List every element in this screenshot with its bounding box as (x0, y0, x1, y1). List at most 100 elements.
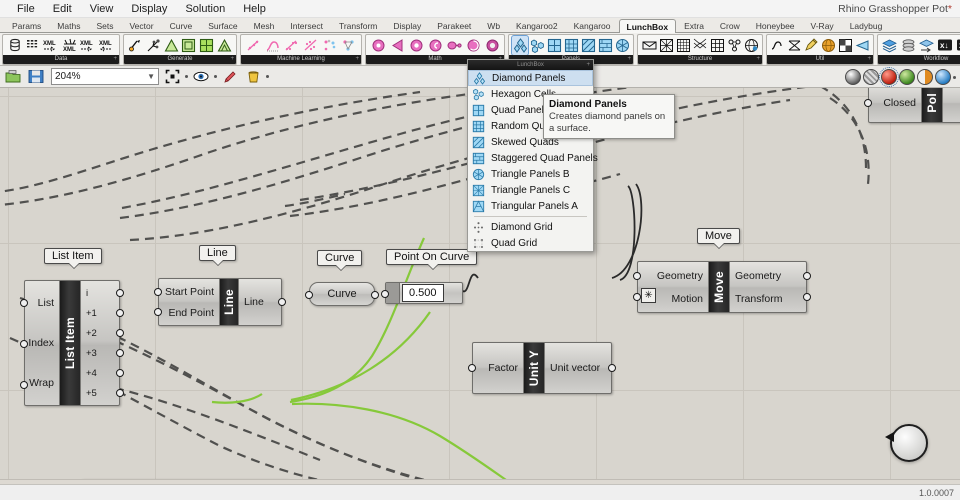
preview-eye-icon[interactable] (191, 68, 211, 86)
menu-item-triangular-panels-a[interactable]: Triangular Panels A (468, 198, 593, 214)
bucket-icon[interactable] (243, 68, 263, 86)
orange-sphere-icon[interactable] (917, 69, 933, 85)
xml-export-icon[interactable]: XML (43, 36, 61, 55)
component-curve-param[interactable]: Curve (305, 282, 379, 306)
input-port-curve[interactable] (305, 291, 313, 299)
output-port-plus3[interactable] (116, 349, 124, 357)
output-port-plus4[interactable] (116, 369, 124, 377)
star-icon[interactable] (407, 36, 425, 55)
input-port-list[interactable] (20, 299, 28, 307)
point-on-curve-value[interactable]: 0.500 (402, 284, 444, 302)
red-sphere-icon[interactable] (879, 67, 899, 87)
output-port-geometry[interactable] (803, 272, 811, 280)
menu-item-triangle-panels-c[interactable]: Triangle Panels C (468, 182, 593, 198)
node-icon[interactable] (726, 36, 742, 55)
component-polyline[interactable]: Closed Pol (864, 88, 960, 123)
fit-view-icon[interactable] (162, 68, 182, 86)
triangle-panels-icon[interactable] (614, 36, 630, 55)
output-port-unit-vector[interactable] (608, 364, 616, 372)
checker-icon[interactable] (837, 36, 853, 55)
tab-wb[interactable]: Wb (479, 18, 508, 32)
component-point-on-curve[interactable]: 0.500 (381, 282, 463, 304)
tab-crow[interactable]: Crow (712, 18, 748, 32)
spiral-icon[interactable] (464, 36, 482, 55)
output-port-curve[interactable] (371, 291, 379, 299)
component-unit-y[interactable]: Factor Unit Y Unit vector (468, 342, 616, 394)
tab-honeybee[interactable]: Honeybee (748, 18, 803, 32)
menu-item-diamond-panels[interactable]: Diamond Panels (468, 70, 593, 86)
menu-item-help[interactable]: Help (234, 0, 275, 18)
output-port-plus2[interactable] (116, 329, 124, 337)
plane-icon[interactable] (854, 36, 870, 55)
input-port-motion[interactable] (633, 293, 641, 301)
menu-item-edit[interactable]: Edit (44, 0, 81, 18)
save-file-icon[interactable] (26, 68, 46, 86)
random-quad-icon[interactable] (563, 36, 579, 55)
output-port-plus5[interactable] (116, 389, 124, 397)
tab-maths[interactable]: Maths (49, 18, 88, 32)
tab-mesh[interactable]: Mesh (246, 18, 283, 32)
tab-lunchbox[interactable]: LunchBox (618, 19, 677, 33)
input-port-wrap[interactable] (20, 381, 28, 389)
tab-kangaroo[interactable]: Kangaroo (566, 18, 619, 32)
zoom-level-select[interactable]: 204% ▼ (51, 68, 159, 85)
output-port-line[interactable] (278, 298, 286, 306)
xform-icon[interactable] (787, 36, 803, 55)
menu-item-view[interactable]: View (81, 0, 123, 18)
cluster-icon[interactable] (282, 36, 300, 55)
sphere-struct-icon[interactable] (743, 36, 759, 55)
menu-item-triangle-panels-b[interactable]: Triangle Panels B (468, 166, 593, 182)
circle-icon[interactable] (483, 36, 501, 55)
database-icon[interactable] (6, 36, 24, 55)
component-move[interactable]: Geometry Motion Move Geometry Transform … (633, 261, 811, 313)
output-port-i[interactable] (116, 289, 124, 297)
output-port-plus1[interactable] (116, 309, 124, 317)
tab-display[interactable]: Display (385, 18, 429, 32)
import-layer-icon[interactable] (918, 36, 936, 55)
mesh-fine-icon[interactable] (675, 36, 691, 55)
xml-out-icon[interactable]: XML (99, 36, 117, 55)
xml-in-icon[interactable]: XML (80, 36, 98, 55)
motion-expression-badge[interactable]: ✳ (641, 288, 656, 303)
quad-panels-icon[interactable] (546, 36, 562, 55)
triangle-icon[interactable] (163, 36, 180, 55)
skewed-quads-icon[interactable] (580, 36, 596, 55)
gear-icon[interactable] (369, 36, 387, 55)
draw-icon[interactable] (220, 68, 240, 86)
envelope-icon[interactable] (641, 36, 657, 55)
tab-surface[interactable]: Surface (200, 18, 245, 32)
diamond-panels-icon[interactable] (511, 34, 529, 56)
input-port-closed[interactable] (864, 99, 872, 107)
hexagon-cells-icon[interactable] (529, 36, 545, 55)
tab-parakeet[interactable]: Parakeet (429, 18, 479, 32)
component-line[interactable]: Start Point End Point Line Line (154, 278, 286, 326)
swirl-icon[interactable] (426, 36, 444, 55)
regression-icon[interactable] (244, 36, 262, 55)
scatter-icon[interactable] (127, 36, 144, 55)
green-sphere-icon[interactable] (899, 69, 915, 85)
tab-sets[interactable]: Sets (88, 18, 121, 32)
paint-icon[interactable] (804, 36, 820, 55)
square-frame-icon[interactable] (180, 36, 197, 55)
open-file-icon[interactable] (3, 68, 23, 86)
grid-icon[interactable] (198, 36, 215, 55)
diagrid-icon[interactable] (692, 36, 708, 55)
network-icon[interactable] (340, 36, 358, 55)
menu-item-display[interactable]: Display (122, 0, 176, 18)
blue-sphere-icon[interactable] (935, 69, 951, 85)
input-port-index[interactable] (20, 340, 28, 348)
tab-transform[interactable]: Transform (331, 18, 385, 32)
tab-intersect[interactable]: Intersect (282, 18, 331, 32)
branch-icon[interactable] (145, 36, 162, 55)
globe-icon[interactable] (820, 36, 836, 55)
staggered-quad-icon[interactable] (597, 36, 613, 55)
tab-params[interactable]: Params (4, 18, 49, 32)
key-icon[interactable] (445, 36, 463, 55)
triangle-alt-icon[interactable] (216, 36, 233, 55)
menu-item-quad-grid[interactable]: Quad Grid (468, 235, 593, 251)
input-port-start-point[interactable] (154, 288, 162, 296)
xml-merge-icon[interactable]: XML (62, 36, 80, 55)
curve-fit-icon[interactable] (263, 36, 281, 55)
curve-util-icon[interactable] (770, 36, 786, 55)
excel-read-icon[interactable]: x↓ (937, 36, 955, 55)
